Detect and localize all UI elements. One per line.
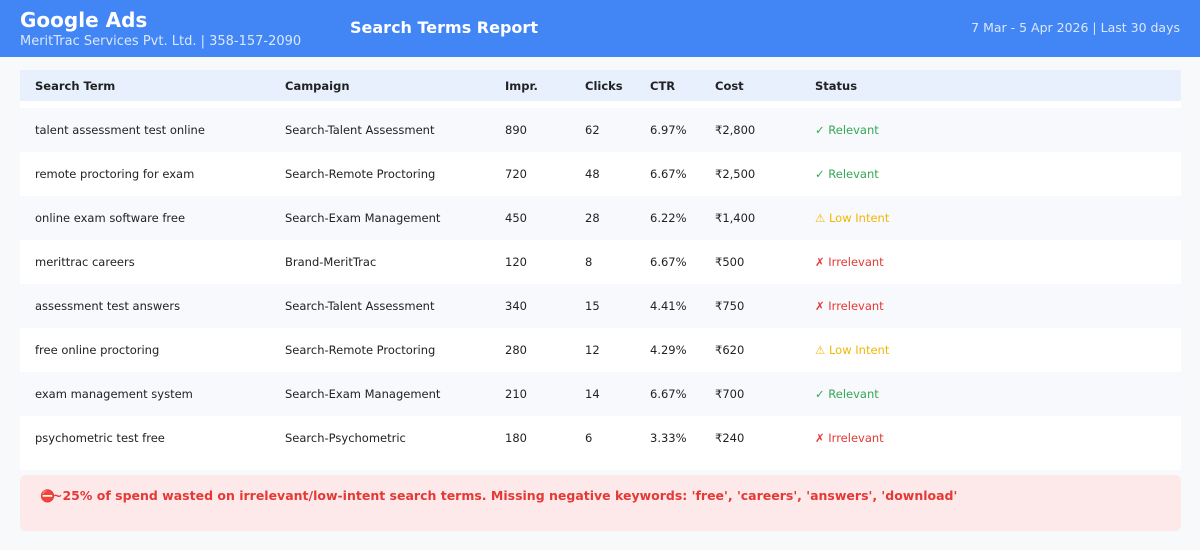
cell-ctr: 4.29% (650, 343, 687, 357)
cell-status: ⚠ Low Intent (815, 343, 890, 357)
cell-status: ✗ Irrelevant (815, 255, 884, 269)
cell-ctr: 3.33% (650, 431, 687, 445)
cell-status: ✓ Relevant (815, 167, 879, 181)
cell-status: ✓ Relevant (815, 387, 879, 401)
cell-campaign: Search-Exam Management (285, 387, 441, 401)
cell-search-term[interactable]: exam management system (35, 387, 193, 401)
table-row[interactable]: remote proctoring for exam Search-Remote … (20, 152, 1181, 196)
cell-ctr: 6.97% (650, 123, 687, 137)
cell-cost: ₹500 (715, 255, 745, 269)
cell-cost: ₹1,400 (715, 211, 756, 225)
cell-impressions: 180 (505, 431, 527, 445)
cell-cost: ₹2,500 (715, 167, 756, 181)
cell-campaign: Search-Talent Assessment (285, 123, 435, 137)
cell-ctr: 6.22% (650, 211, 687, 225)
cell-impressions: 210 (505, 387, 527, 401)
cell-cost: ₹2,800 (715, 123, 756, 137)
cell-clicks: 48 (585, 167, 600, 181)
cell-campaign: Search-Remote Proctoring (285, 167, 436, 181)
column-header-status[interactable]: Status (815, 79, 857, 93)
cell-ctr: 6.67% (650, 387, 687, 401)
cell-clicks: 8 (585, 255, 593, 269)
cell-campaign: Brand-MeritTrac (285, 255, 377, 269)
table-row[interactable]: assessment test answers Search-Talent Ass… (20, 284, 1181, 328)
cell-status: ✗ Irrelevant (815, 299, 884, 313)
cell-clicks: 28 (585, 211, 600, 225)
cell-impressions: 280 (505, 343, 527, 357)
column-header-cost[interactable]: Cost (715, 79, 744, 93)
cell-ctr: 4.41% (650, 299, 687, 313)
cell-impressions: 720 (505, 167, 527, 181)
cell-impressions: 340 (505, 299, 527, 313)
page-title: Search Terms Report (350, 18, 538, 37)
table-row[interactable]: free online proctoring Search-Remote Proc… (20, 328, 1181, 372)
report-header: Google Ads MeritTrac Services Pvt. Ltd. … (0, 0, 1200, 57)
table-row[interactable]: merittrac careers Brand-MeritTrac 120 8 6.67… (20, 240, 1181, 284)
wasted-spend-alert: ⛔ ~25% of spend wasted on irrelevant/low… (20, 475, 1181, 531)
table-row[interactable]: psychometric test free Search-Psychometri… (20, 416, 1181, 460)
cell-search-term[interactable]: psychometric test free (35, 431, 165, 445)
cell-search-term[interactable]: free online proctoring (35, 343, 159, 357)
cell-campaign: Search-Talent Assessment (285, 299, 435, 313)
cell-clicks: 12 (585, 343, 600, 357)
column-header-impressions[interactable]: Impr. (505, 79, 538, 93)
cell-impressions: 450 (505, 211, 527, 225)
cell-search-term[interactable]: remote proctoring for exam (35, 167, 194, 181)
cell-status: ⚠ Low Intent (815, 211, 890, 225)
alert-text: ~25% of spend wasted on irrelevant/low-i… (52, 488, 958, 503)
cell-ctr: 6.67% (650, 167, 687, 181)
cell-campaign: Search-Psychometric (285, 431, 406, 445)
cell-campaign: Search-Exam Management (285, 211, 441, 225)
column-header-clicks[interactable]: Clicks (585, 79, 623, 93)
cell-cost: ₹620 (715, 343, 745, 357)
cell-clicks: 15 (585, 299, 600, 313)
cell-cost: ₹750 (715, 299, 745, 313)
app-title: Google Ads (20, 8, 148, 32)
column-header-search-term[interactable]: Search Term (35, 79, 115, 93)
table-row[interactable]: online exam software free Search-Exam Man… (20, 196, 1181, 240)
table-header: Search Term Campaign Impr. Clicks CTR Co… (20, 70, 1181, 101)
cell-impressions: 120 (505, 255, 527, 269)
cell-ctr: 6.67% (650, 255, 687, 269)
cell-search-term[interactable]: merittrac careers (35, 255, 135, 269)
cell-search-term[interactable]: online exam software free (35, 211, 185, 225)
cell-search-term[interactable]: assessment test answers (35, 299, 180, 313)
table-row[interactable]: exam management system Search-Exam Manage… (20, 372, 1181, 416)
cell-clicks: 6 (585, 431, 593, 445)
cell-cost: ₹700 (715, 387, 745, 401)
search-terms-table: Search Term Campaign Impr. Clicks CTR Co… (20, 70, 1181, 470)
cell-clicks: 14 (585, 387, 600, 401)
column-header-ctr[interactable]: CTR (650, 79, 675, 93)
account-info: MeritTrac Services Pvt. Ltd. | 358-157-2… (20, 34, 302, 49)
cell-clicks: 62 (585, 123, 600, 137)
cell-search-term[interactable]: talent assessment test online (35, 123, 205, 137)
cell-status: ✓ Relevant (815, 123, 879, 137)
cell-campaign: Search-Remote Proctoring (285, 343, 436, 357)
table-row[interactable]: talent assessment test online Search-Tale… (20, 108, 1181, 152)
cell-status: ✗ Irrelevant (815, 431, 884, 445)
column-header-campaign[interactable]: Campaign (285, 79, 350, 93)
date-range[interactable]: 7 Mar - 5 Apr 2026 | Last 30 days (971, 20, 1180, 36)
cell-cost: ₹240 (715, 431, 745, 445)
cell-impressions: 890 (505, 123, 527, 137)
